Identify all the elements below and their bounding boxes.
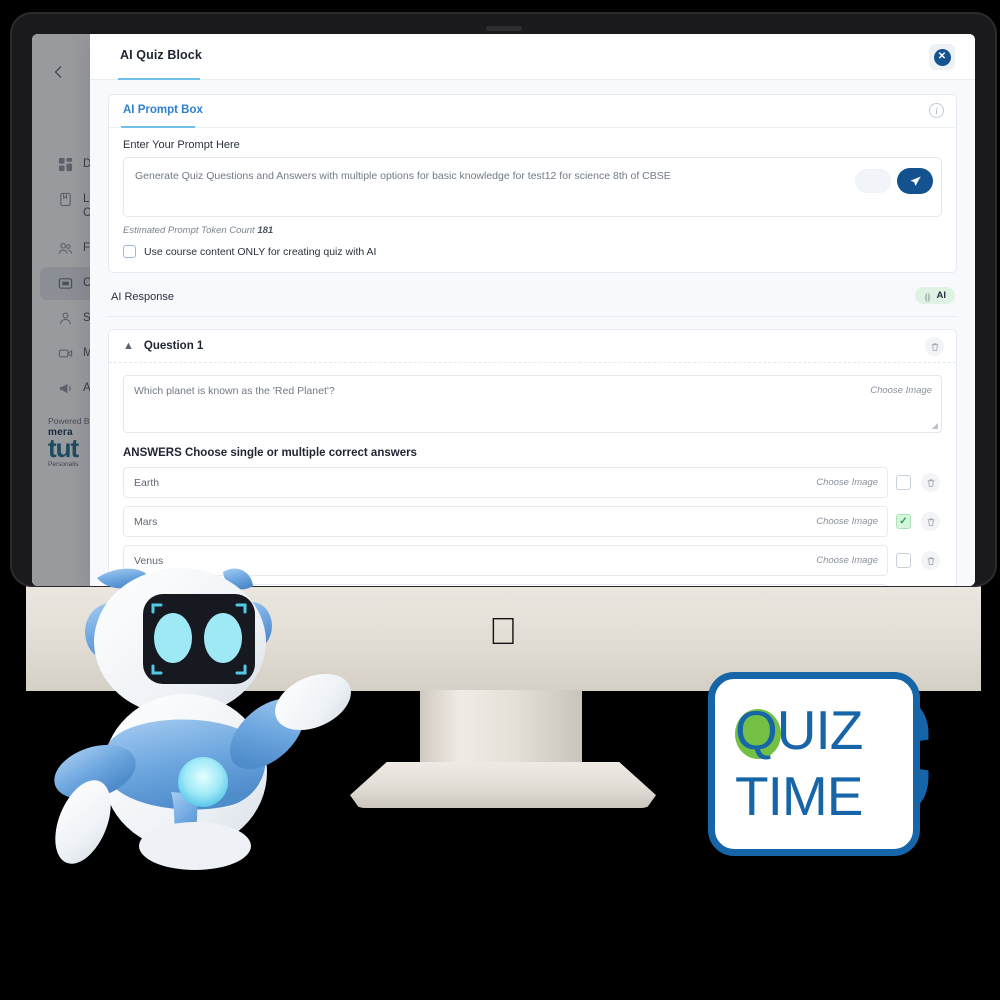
question-header[interactable]: ▲ Question 1 — [109, 330, 956, 363]
send-button[interactable] — [897, 168, 933, 194]
trash-icon — [927, 479, 934, 487]
trash-icon — [927, 518, 934, 526]
prompt-tabbar: AI Prompt Box i — [109, 95, 956, 128]
ai-prompt-card: AI Prompt Box i Enter Your Prompt Here G… — [108, 94, 957, 273]
delete-question-button[interactable] — [925, 337, 944, 356]
robot-mascot-icon — [54, 568, 351, 870]
imac-screen: Da Lea Ca Fa — [32, 34, 975, 586]
page-title: AI Quiz Block — [120, 48, 202, 62]
prompt-field-label: Enter Your Prompt Here — [123, 139, 240, 151]
close-icon: ✕ — [933, 48, 951, 66]
imac-bezel: Da Lea Ca Fa — [10, 12, 997, 587]
answer-text-input[interactable]: Earth Choose Image — [123, 467, 888, 498]
answer-choose-image-button[interactable]: Choose Image — [816, 477, 878, 488]
robot-eye-left — [154, 613, 192, 663]
question-text-input[interactable]: Which planet is known as the 'Red Planet… — [123, 375, 942, 433]
sparkle-icon — [922, 290, 933, 303]
apple-logo-icon:  — [488, 613, 518, 651]
robot-base — [139, 822, 251, 870]
answer-choose-image-button[interactable]: Choose Image — [816, 555, 878, 566]
ai-response-header: AI Response AI — [108, 287, 957, 317]
prompt-input-value: Generate Quiz Questions and Answers with… — [135, 170, 671, 182]
answers-heading: ANSWERS Choose single or multiple correc… — [123, 447, 417, 459]
answer-correct-checkbox[interactable]: ✓ — [896, 514, 911, 529]
question-text-value: Which planet is known as the 'Red Planet… — [134, 385, 335, 397]
course-content-only-row[interactable]: Use course content ONLY for creating qui… — [123, 245, 956, 258]
token-count: Estimated Prompt Token Count 181 — [123, 225, 956, 236]
chevron-up-icon[interactable]: ▲ — [123, 340, 134, 352]
course-content-only-label: Use course content ONLY for creating qui… — [144, 245, 377, 258]
answer-text-input[interactable]: Mars Choose Image — [123, 506, 888, 537]
delete-answer-button[interactable] — [921, 473, 940, 492]
answer-text-value: Mars — [134, 516, 158, 528]
quiz-time-card: QUIZ TIME — [708, 672, 920, 856]
question-title: Question 1 — [143, 340, 204, 352]
modal-header: AI Quiz Block ✕ — [90, 34, 975, 80]
answer-text-value: Earth — [134, 477, 160, 489]
status-badge: AI — [914, 287, 955, 304]
quiz-time-badge: QUIZ TIME — [708, 672, 948, 862]
token-count-label: Estimated Prompt Token Count — [123, 225, 255, 236]
resize-handle[interactable]: ◢ — [932, 421, 938, 430]
answer-choose-image-button[interactable]: Choose Image — [816, 516, 878, 527]
ai-badge-label: AI — [936, 290, 947, 301]
modal-body: AI Prompt Box i Enter Your Prompt Here G… — [90, 80, 975, 586]
robot-mascot — [45, 560, 375, 880]
answer-correct-checkbox[interactable] — [896, 553, 911, 568]
quiz-line-2: TIME — [735, 765, 863, 827]
answer-row: Earth Choose Image — [123, 467, 942, 498]
tab-underline — [121, 126, 195, 128]
close-button[interactable]: ✕ — [929, 44, 955, 70]
delete-answer-button[interactable] — [921, 551, 940, 570]
webcam-notch-icon — [485, 26, 522, 31]
question-card: ▲ Question 1 Which planet is known as th… — [108, 329, 957, 586]
trash-icon — [931, 343, 938, 351]
robot-chest-light — [178, 757, 228, 807]
delete-answer-button[interactable] — [921, 512, 940, 531]
ai-quiz-block-modal: AI Quiz Block ✕ AI Prompt Box i Enter Yo… — [90, 34, 975, 586]
quiz-line-1: QUIZ — [735, 699, 863, 761]
course-content-only-checkbox[interactable] — [123, 245, 136, 258]
screenshot-stage:  Da — [0, 0, 1000, 1000]
trash-icon — [927, 557, 934, 565]
tab-ai-prompt-box[interactable]: AI Prompt Box — [123, 104, 203, 116]
prompt-secondary-pill-button[interactable] — [855, 169, 891, 193]
info-icon[interactable]: i — [929, 103, 944, 118]
robot-eye-right — [204, 613, 242, 663]
answer-row: Mars Choose Image ✓ — [123, 506, 942, 537]
ai-response-title: AI Response — [111, 291, 174, 303]
answer-correct-checkbox[interactable] — [896, 475, 911, 490]
token-count-value: 181 — [257, 225, 274, 236]
send-icon — [909, 175, 921, 186]
imac-stand-foot — [350, 762, 656, 808]
question-choose-image-button[interactable]: Choose Image — [870, 385, 932, 396]
prompt-input[interactable]: Generate Quiz Questions and Answers with… — [123, 157, 942, 217]
